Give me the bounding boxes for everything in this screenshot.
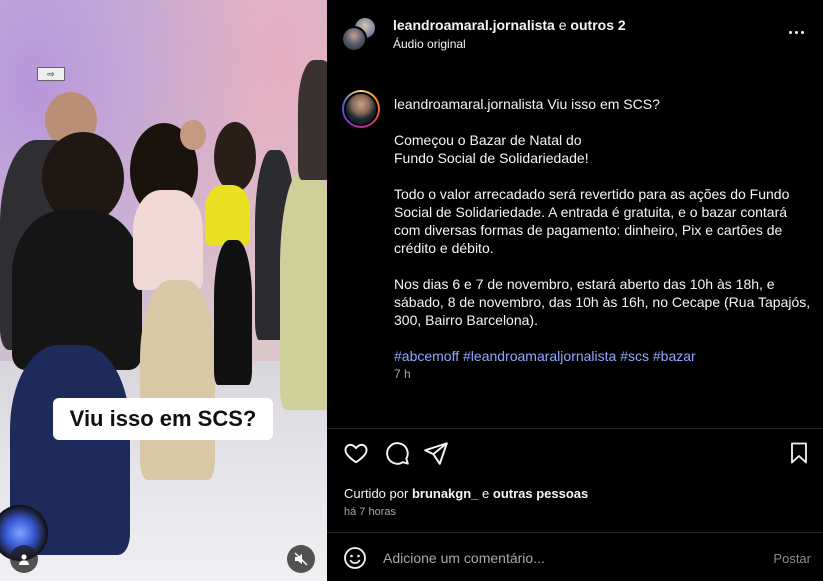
caption-headline: Viu isso em SCS? [547, 96, 660, 112]
person [214, 240, 252, 385]
person-head [180, 120, 206, 150]
caption-para3: Nos dias 6 e 7 de novembro, estará abert… [394, 276, 811, 328]
caption-area: leandroamaral.jornalista Viu isso em SCS… [327, 68, 823, 428]
video-caption-sticker: Viu isso em SCS? [53, 398, 273, 440]
person [280, 170, 327, 410]
caption-para1-line1: Começou o Bazar de Natal do [394, 132, 582, 148]
exit-sign-arrow: ⇨ [47, 69, 55, 79]
share-button[interactable] [423, 440, 451, 468]
liked-by-others[interactable]: outras pessoas [493, 486, 588, 501]
coauthors-link[interactable]: outros 2 [570, 17, 625, 33]
exit-sign: ⇨ [37, 67, 65, 81]
muted-icon [294, 552, 308, 566]
comment-input[interactable] [383, 547, 753, 569]
caption-avatar[interactable] [342, 90, 380, 128]
caption-username[interactable]: leandroamaral.jornalista [394, 96, 543, 112]
emoji-icon [344, 547, 366, 569]
comment-button[interactable] [384, 440, 412, 468]
avatar [344, 92, 378, 126]
save-button[interactable] [787, 440, 815, 468]
post-authors: leandroamaral.jornalista e outros 2 [393, 17, 626, 33]
liked-by-connector: e [482, 486, 490, 501]
caption-time: 7 h [394, 367, 411, 381]
author-username[interactable]: leandroamaral.jornalista [393, 17, 555, 33]
avatar[interactable] [341, 26, 367, 52]
person [298, 60, 327, 180]
user-icon [19, 554, 29, 565]
divider [327, 428, 823, 429]
more-options-button[interactable] [785, 22, 809, 42]
post-comment-button[interactable]: Postar [773, 551, 811, 566]
liked-by-user[interactable]: brunakgn_ [412, 486, 478, 501]
caption-text: leandroamaral.jornalista Viu isso em SCS… [394, 95, 814, 383]
more-icon [795, 31, 798, 34]
caption-hashtags[interactable]: #abcemoff #leandroamaraljornalista #scs … [394, 347, 814, 365]
heart-icon [344, 443, 368, 464]
emoji-button[interactable] [343, 546, 367, 570]
liked-by: Curtido por brunakgn_ e outras pessoas [344, 486, 588, 501]
audio-link[interactable]: Áudio original [393, 37, 466, 51]
coauthor-avatars[interactable] [341, 16, 377, 52]
person [133, 190, 203, 290]
more-icon [789, 31, 792, 34]
post-timestamp[interactable]: há 7 horas [344, 506, 396, 518]
comment-bar: Postar [327, 533, 823, 581]
person [205, 185, 250, 245]
user-tags-button[interactable] [10, 545, 38, 573]
comment-icon [386, 442, 409, 465]
post-header: leandroamaral.jornalista e outros 2 Áudi… [327, 0, 823, 68]
liked-by-prefix: Curtido por [344, 486, 409, 501]
mute-button[interactable] [287, 545, 315, 573]
share-icon [424, 442, 448, 465]
reel-video[interactable]: ⇨ Viu isso em SCS? [0, 0, 327, 581]
post-panel: leandroamaral.jornalista e outros 2 Áudi… [327, 0, 823, 581]
post-actions [327, 440, 823, 472]
bookmark-icon [791, 442, 807, 464]
more-icon [801, 31, 804, 34]
like-button[interactable] [343, 440, 371, 468]
person [140, 280, 215, 480]
caption-para2: Todo o valor arrecadado será revertido p… [394, 186, 790, 256]
caption-para1-line2: Fundo Social de Solidariedade! [394, 150, 589, 166]
person-head [214, 122, 256, 192]
authors-connector: e [558, 17, 567, 33]
